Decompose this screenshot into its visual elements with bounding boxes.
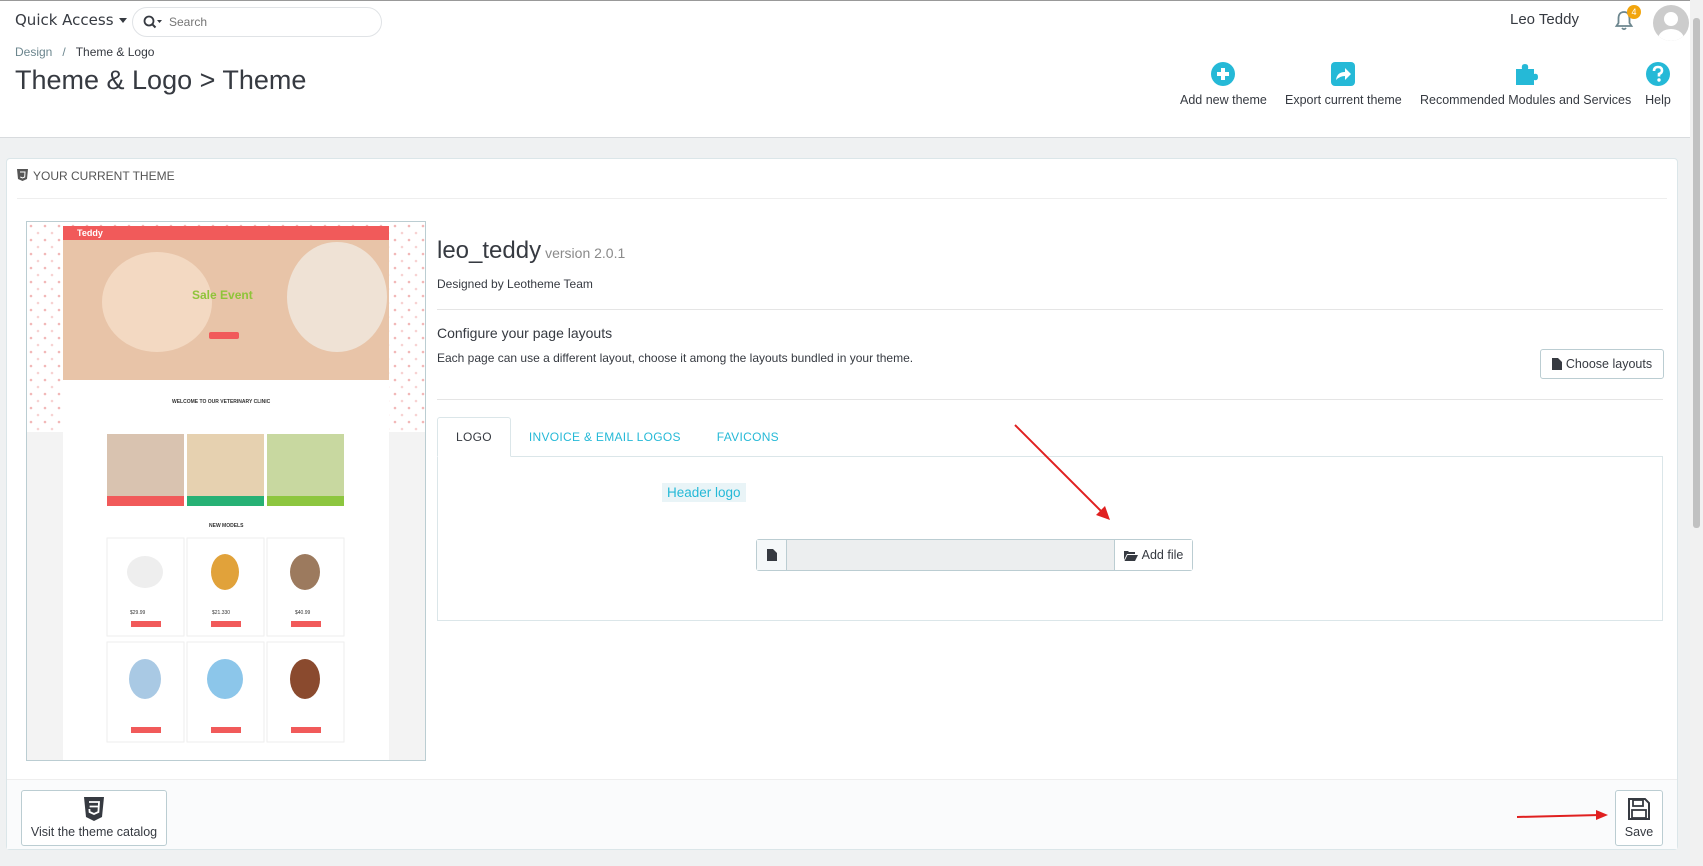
- choose-layouts-button[interactable]: Choose layouts: [1540, 349, 1664, 379]
- chevron-down-icon: [118, 17, 127, 23]
- panel-heading: YOUR CURRENT THEME: [17, 169, 1667, 199]
- breadcrumb-current: Theme & Logo: [75, 45, 155, 59]
- preview-price-1: $29.99: [130, 610, 146, 616]
- tab-favicons[interactable]: FAVICONS: [699, 417, 797, 457]
- add-new-theme-button[interactable]: Add new theme: [1180, 61, 1267, 107]
- visit-theme-catalog-button[interactable]: Visit the theme catalog: [21, 790, 167, 846]
- breadcrumb-separator: /: [62, 45, 66, 59]
- annotation-arrow-save: [1516, 810, 1608, 820]
- page-title: Theme & Logo > Theme: [15, 65, 307, 95]
- vertical-scrollbar[interactable]: [1690, 0, 1703, 866]
- tab-invoice-email-logos[interactable]: INVOICE & EMAIL LOGOS: [511, 417, 699, 457]
- quick-access-label: Quick Access: [15, 11, 114, 29]
- theme-author: Designed by Leotheme Team: [437, 277, 593, 291]
- html5-icon: [17, 169, 28, 181]
- preview-price-3: $40.99: [295, 610, 311, 616]
- recommended-modules-label: Recommended Modules and Services: [1420, 93, 1632, 107]
- logo-file-upload[interactable]: Add file: [756, 539, 1193, 571]
- save-icon: [1628, 798, 1650, 820]
- divider: [437, 309, 1663, 310]
- file-path-field[interactable]: [787, 540, 1114, 570]
- current-theme-panel: YOUR CURRENT THEME Teddy Sale Event WELC…: [6, 158, 1678, 850]
- breadcrumb-design[interactable]: Design: [15, 45, 52, 59]
- theme-version: version 2.0.1: [545, 245, 626, 261]
- choose-layouts-label: Choose layouts: [1565, 357, 1653, 371]
- help-label: Help: [1645, 93, 1671, 107]
- top-header: Quick Access Leo Teddy 4 Design / Theme …: [0, 0, 1690, 138]
- recommended-modules-button[interactable]: Recommended Modules and Services: [1420, 61, 1631, 107]
- preview-welcome: WELCOME TO OUR VETERINARY CLINIC: [172, 399, 271, 405]
- export-theme-label: Export current theme: [1285, 93, 1402, 107]
- puzzle-icon: [1515, 64, 1538, 85]
- notification-badge: 4: [1627, 5, 1641, 19]
- divider: [437, 399, 1663, 400]
- header-logo-label: Header logo: [662, 483, 746, 502]
- html5-icon: [84, 797, 104, 821]
- folder-open-icon: [1123, 550, 1138, 561]
- file-icon: [757, 540, 787, 570]
- theme-name-label: leo_teddy: [437, 237, 542, 264]
- annotation-arrow-add-file: [1014, 424, 1110, 520]
- export-theme-button[interactable]: Export current theme: [1285, 61, 1402, 107]
- preview-hero-text: Sale Event: [192, 288, 253, 302]
- search-icon[interactable]: [143, 15, 163, 29]
- plus-circle-icon: [1211, 62, 1236, 86]
- panel-heading-label: YOUR CURRENT THEME: [33, 169, 175, 183]
- breadcrumb: Design / Theme & Logo: [15, 45, 154, 59]
- tab-logo[interactable]: LOGO: [437, 417, 511, 457]
- preview-new-models: NEW MODELS: [209, 523, 244, 529]
- help-button[interactable]: Help: [1645, 61, 1671, 107]
- user-name[interactable]: Leo Teddy: [1510, 11, 1579, 28]
- save-label: Save: [1624, 825, 1654, 839]
- search-box[interactable]: [132, 7, 382, 37]
- logo-tabs: LOGO INVOICE & EMAIL LOGOS FAVICONS: [437, 417, 797, 457]
- configure-layouts-title: Configure your page layouts: [437, 325, 613, 341]
- save-button[interactable]: Save: [1615, 790, 1663, 846]
- panel-footer: Visit the theme catalog Save: [7, 779, 1677, 849]
- help-icon: [1646, 62, 1670, 86]
- theme-preview-image: Teddy Sale Event WELCOME TO OUR VETERINA…: [26, 221, 426, 761]
- scrollbar-thumb[interactable]: [1693, 18, 1700, 528]
- add-new-theme-label: Add new theme: [1180, 93, 1267, 107]
- quick-access-dropdown[interactable]: Quick Access: [15, 11, 127, 29]
- file-icon: [1551, 358, 1562, 370]
- avatar[interactable]: [1653, 5, 1689, 41]
- theme-name: leo_teddy version 2.0.1: [437, 237, 625, 265]
- visit-theme-catalog-label: Visit the theme catalog: [30, 825, 158, 839]
- add-file-button[interactable]: Add file: [1114, 540, 1192, 570]
- configure-layouts-description: Each page can use a different layout, ch…: [437, 351, 914, 365]
- search-input[interactable]: [169, 15, 349, 29]
- preview-price-2: $21.330: [212, 610, 230, 616]
- share-icon: [1331, 62, 1356, 86]
- preview-brand: Teddy: [77, 228, 103, 238]
- add-file-label: Add file: [1141, 548, 1184, 562]
